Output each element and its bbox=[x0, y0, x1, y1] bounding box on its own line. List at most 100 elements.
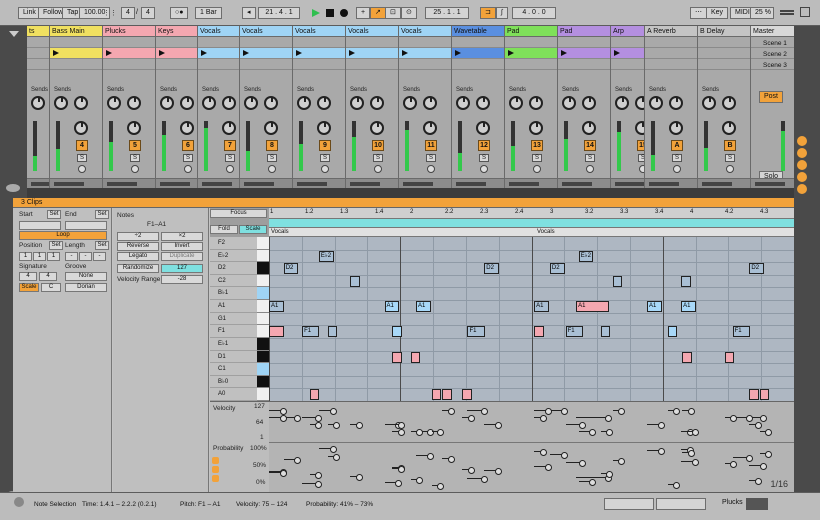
midi-note[interactable]: A1 bbox=[384, 301, 400, 313]
send-a-knob[interactable] bbox=[403, 96, 417, 110]
midi-note[interactable] bbox=[682, 351, 692, 363]
pan-knob[interactable] bbox=[529, 121, 543, 135]
time-sig-numerator[interactable]: 4 bbox=[121, 7, 135, 19]
randomize-button[interactable]: Randomize bbox=[117, 264, 159, 273]
track-title[interactable]: Wavetable bbox=[452, 26, 504, 37]
legato-button[interactable]: Legato bbox=[117, 252, 159, 261]
clip-slot[interactable] bbox=[505, 59, 557, 70]
song-position-field[interactable]: 21 . 4 . 1 bbox=[258, 7, 300, 19]
probability-marker[interactable] bbox=[327, 454, 341, 461]
track-title[interactable]: ts bbox=[27, 26, 49, 37]
start-set-button[interactable]: Set bbox=[47, 210, 61, 219]
midi-note[interactable]: E♭2 bbox=[318, 250, 334, 262]
velocity-marker[interactable] bbox=[759, 429, 773, 436]
solo-button[interactable]: S bbox=[672, 154, 682, 162]
scene-launch[interactable]: Scene 2 bbox=[763, 51, 787, 58]
track-title[interactable]: B Delay bbox=[698, 26, 750, 37]
track-title[interactable]: Vocals bbox=[346, 26, 398, 37]
probability-marker[interactable] bbox=[749, 478, 763, 485]
clip-slot[interactable] bbox=[27, 37, 49, 48]
probability-marker[interactable] bbox=[534, 464, 552, 471]
browser-toggle-icon[interactable] bbox=[9, 31, 19, 37]
send-b-knob[interactable] bbox=[635, 96, 644, 110]
clip-slot[interactable] bbox=[698, 59, 750, 70]
piano-key[interactable] bbox=[257, 300, 269, 313]
record-icon[interactable] bbox=[340, 9, 348, 17]
send-b-knob[interactable] bbox=[476, 96, 490, 110]
solo-button[interactable]: S bbox=[320, 154, 330, 162]
piano-key[interactable] bbox=[257, 312, 269, 326]
send-a-knob[interactable] bbox=[649, 96, 663, 110]
solo-button[interactable]: S bbox=[638, 154, 644, 162]
length-sixteenth-field[interactable]: - bbox=[93, 252, 106, 261]
probability-marker[interactable] bbox=[732, 455, 754, 462]
arm-button[interactable] bbox=[726, 165, 734, 173]
velocity-marker[interactable] bbox=[565, 422, 587, 429]
probability-marker[interactable] bbox=[759, 451, 773, 458]
lane-toggle-icon[interactable] bbox=[212, 475, 219, 482]
piano-key[interactable] bbox=[257, 388, 269, 401]
probability-marker[interactable] bbox=[749, 463, 767, 470]
arm-button[interactable] bbox=[673, 165, 681, 173]
clip-slot[interactable] bbox=[346, 37, 398, 48]
send-a-knob[interactable] bbox=[350, 96, 364, 110]
track-title[interactable]: Master bbox=[751, 26, 794, 37]
pan-knob[interactable] bbox=[635, 121, 644, 135]
pan-knob[interactable] bbox=[264, 121, 278, 135]
arm-button[interactable] bbox=[184, 165, 192, 173]
clip-slot[interactable] bbox=[611, 48, 644, 59]
clip-slot[interactable] bbox=[27, 48, 49, 59]
send-a-knob[interactable] bbox=[54, 96, 68, 110]
probability-marker[interactable] bbox=[578, 479, 597, 486]
midi-note[interactable] bbox=[724, 351, 735, 363]
track-activator[interactable]: 12 bbox=[478, 140, 490, 151]
randomize-amount-field[interactable]: 127 bbox=[161, 264, 203, 273]
probability-marker[interactable] bbox=[384, 480, 402, 487]
clip-slot[interactable] bbox=[346, 59, 398, 70]
solo-button[interactable]: S bbox=[225, 154, 235, 162]
clip-slot[interactable] bbox=[399, 37, 451, 48]
send-a-knob[interactable] bbox=[160, 96, 174, 110]
piano-key[interactable] bbox=[257, 237, 269, 250]
show-hide-detail-icon[interactable] bbox=[6, 184, 20, 192]
velocity-marker[interactable] bbox=[647, 422, 665, 429]
velocity-marker[interactable] bbox=[578, 429, 597, 436]
probability-marker[interactable] bbox=[431, 483, 445, 490]
velocity-marker[interactable] bbox=[576, 415, 613, 422]
probability-marker[interactable] bbox=[467, 476, 489, 483]
probability-marker[interactable] bbox=[442, 456, 456, 463]
probability-marker[interactable] bbox=[283, 457, 302, 464]
velocity-marker[interactable] bbox=[467, 408, 489, 415]
clip-slot[interactable] bbox=[452, 37, 504, 48]
invert-button[interactable]: Invert bbox=[161, 242, 203, 251]
send-a-knob[interactable] bbox=[107, 96, 121, 110]
track-title[interactable]: Vocals bbox=[293, 26, 345, 37]
send-b-knob[interactable] bbox=[180, 96, 194, 110]
probability-marker[interactable] bbox=[682, 450, 696, 457]
pan-knob[interactable] bbox=[127, 121, 141, 135]
clip-slot[interactable] bbox=[645, 37, 697, 48]
loop-start-field[interactable]: 25 . 1 . 1 bbox=[425, 7, 469, 19]
track-activator[interactable]: 8 bbox=[266, 140, 278, 151]
piano-key[interactable] bbox=[257, 337, 269, 351]
midi-note[interactable] bbox=[759, 389, 770, 401]
velocity-lane[interactable]: 1/16 bbox=[269, 402, 794, 492]
midi-note[interactable] bbox=[442, 389, 452, 401]
track-title[interactable]: A Reverb bbox=[645, 26, 697, 37]
clip-slot[interactable] bbox=[505, 48, 557, 59]
midi-note[interactable] bbox=[431, 389, 442, 401]
midi-note[interactable]: F1 bbox=[467, 326, 485, 338]
punch-in-button[interactable]: ∫ bbox=[496, 7, 508, 19]
track-activator[interactable]: 10 bbox=[372, 140, 384, 151]
probability-marker[interactable] bbox=[410, 477, 424, 484]
scale-highlight-button[interactable]: Scale bbox=[239, 225, 267, 234]
midi-note[interactable]: D2 bbox=[749, 263, 765, 275]
track-activator[interactable]: 14 bbox=[584, 140, 596, 151]
clip-slot[interactable] bbox=[50, 48, 102, 59]
probability-marker[interactable] bbox=[724, 461, 738, 468]
send-b-knob[interactable] bbox=[669, 96, 683, 110]
loop-brace[interactable] bbox=[269, 219, 794, 228]
loop-length-field[interactable]: 4 . 0 . 0 bbox=[512, 7, 556, 19]
velocity-marker[interactable] bbox=[600, 429, 614, 436]
midi-note[interactable]: D2 bbox=[549, 263, 565, 275]
